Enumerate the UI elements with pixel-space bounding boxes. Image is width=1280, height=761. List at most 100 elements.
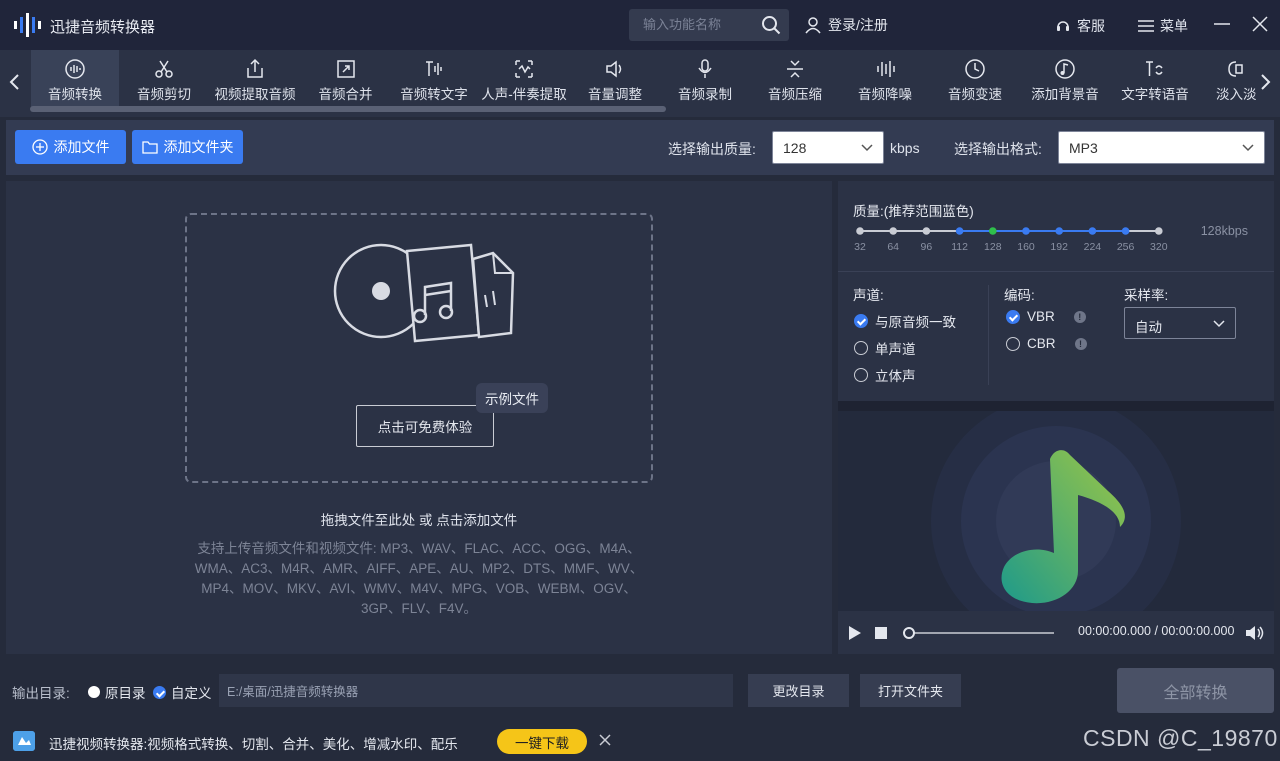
quality-label: 选择输出质量: xyxy=(668,141,756,157)
radio-checked-icon xyxy=(1006,309,1020,324)
tool-compress[interactable]: 音频压缩 xyxy=(750,50,840,108)
tool-scissors[interactable]: 音频剪切 xyxy=(119,50,209,108)
quality-tick-dot[interactable] xyxy=(1155,227,1163,235)
menu-button[interactable]: 菜单 xyxy=(1138,16,1188,36)
tool-microphone[interactable]: 音频录制 xyxy=(660,50,750,108)
add-file-label: 添加文件 xyxy=(53,139,110,155)
info-icon[interactable]: ! xyxy=(1073,310,1086,323)
feature-search[interactable] xyxy=(629,9,789,41)
output-dir-label: 输出目录: xyxy=(12,686,70,701)
search-input[interactable] xyxy=(643,17,753,32)
quality-tick-dot[interactable] xyxy=(1088,227,1097,235)
quality-tick-dot[interactable] xyxy=(1022,227,1030,235)
scroll-right-button[interactable] xyxy=(1256,70,1276,94)
tool-denoise[interactable]: 音频降噪 xyxy=(840,50,930,108)
open-folder-button[interactable]: 打开文件夹 xyxy=(860,674,961,707)
vocal-extract-icon xyxy=(515,60,533,78)
close-icon[interactable] xyxy=(598,733,612,747)
drop-hint: 拖拽文件至此处 或 点击添加文件 xyxy=(320,513,518,528)
tool-vocal-extract[interactable]: 人声-伴奏提取 xyxy=(478,50,570,108)
quality-tick-label: 224 xyxy=(1084,241,1102,253)
merge-icon xyxy=(336,60,355,78)
channel-mono-radio[interactable]: 单声道 xyxy=(854,338,916,358)
text-to-speech-icon xyxy=(1146,61,1163,76)
format-select[interactable]: MP3 xyxy=(1058,131,1265,164)
playback-time: 00:00:00.000 / 00:00:00.000 xyxy=(1078,624,1235,638)
tool-export[interactable]: 视频提取音频 xyxy=(209,50,301,108)
quality-tick-label: 64 xyxy=(887,241,899,253)
app-logo-icon xyxy=(14,13,41,37)
add-file-button[interactable]: 添加文件 xyxy=(15,130,126,164)
play-icon[interactable] xyxy=(848,625,862,641)
stop-icon[interactable] xyxy=(875,627,887,639)
channel-original-radio[interactable]: 与原音频一致 xyxy=(854,311,956,331)
tool-label: 音频变速 xyxy=(948,87,1002,102)
close-icon[interactable] xyxy=(1250,14,1270,34)
add-folder-button[interactable]: 添加文件夹 xyxy=(132,130,243,164)
tool-label: 音频转换 xyxy=(48,87,102,102)
tool-speech-to-text[interactable]: 音频转文字 xyxy=(390,50,478,108)
quality-unit: kbps xyxy=(890,140,920,156)
radio-checked-icon xyxy=(153,685,166,699)
search-icon[interactable] xyxy=(761,15,781,35)
add-folder-label: 添加文件夹 xyxy=(163,139,234,155)
tool-label: 音频剪切 xyxy=(137,87,191,102)
customer-service-button[interactable]: 客服 xyxy=(1055,16,1105,36)
channel-stereo-radio[interactable]: 立体声 xyxy=(854,365,916,385)
encoding-title: 编码: xyxy=(1004,288,1035,303)
encoding-option-label: VBR xyxy=(1027,309,1055,324)
tool-merge[interactable]: 音频合并 xyxy=(301,50,390,108)
tool-text-to-speech[interactable]: 文字转语音 xyxy=(1110,50,1200,108)
login-button[interactable]: 登录/注册 xyxy=(804,15,888,35)
promo-download-button[interactable]: 一键下载 xyxy=(497,729,587,754)
video-converter-logo-icon xyxy=(13,731,35,751)
quality-tick-dot[interactable] xyxy=(955,227,964,235)
format-label: 选择输出格式: xyxy=(954,141,1042,157)
headset-icon xyxy=(1057,21,1069,31)
tool-speed[interactable]: 音频变速 xyxy=(930,50,1020,108)
tool-fade[interactable]: 淡入淡 xyxy=(1200,50,1256,108)
tool-audio-convert[interactable]: 音频转换 xyxy=(31,50,119,108)
free-trial-button[interactable]: 点击可免费体验 xyxy=(356,405,494,447)
tool-background-music[interactable]: 添加背景音 xyxy=(1020,50,1110,108)
change-dir-button[interactable]: 更改目录 xyxy=(748,674,849,707)
scroll-left-button[interactable] xyxy=(4,70,24,94)
progress-slider[interactable] xyxy=(902,626,1054,640)
sample-rate-value: 自动 xyxy=(1135,320,1162,335)
drop-zone[interactable]: 点击可免费体验 示例文件 xyxy=(185,213,653,483)
quality-tick-dot[interactable] xyxy=(922,227,931,235)
convert-all-button[interactable]: 全部转换 xyxy=(1117,668,1274,713)
output-custom-radio[interactable]: 自定义 xyxy=(153,682,212,702)
volume-icon[interactable] xyxy=(1245,625,1265,641)
quality-settings-panel: 质量:(推荐范围蓝色) 32 64 96 112 128 160 192 224 256 320 … xyxy=(838,181,1274,411)
radio-checked-icon xyxy=(854,314,868,328)
open-folder-label: 打开文件夹 xyxy=(877,684,943,699)
sample-file-tooltip[interactable]: 示例文件 xyxy=(476,383,548,413)
output-path-input[interactable] xyxy=(219,674,733,707)
background-music-icon xyxy=(1055,59,1075,79)
denoise-icon xyxy=(877,61,895,77)
encoding-cbr-radio[interactable]: CBR ! xyxy=(1006,336,1087,351)
quality-select[interactable]: 128 xyxy=(772,131,884,164)
speech-to-text-icon xyxy=(426,61,442,76)
quality-tick-dot[interactable] xyxy=(856,227,864,235)
toolbar-scrollbar[interactable] xyxy=(30,106,666,112)
hamburger-icon xyxy=(1138,20,1154,32)
folder-icon xyxy=(141,141,158,154)
quality-tick-dot[interactable] xyxy=(989,227,997,235)
minimize-icon[interactable] xyxy=(1212,14,1232,34)
quality-tick-dot[interactable] xyxy=(1055,227,1063,235)
chevron-down-icon xyxy=(861,144,873,152)
output-original-radio[interactable]: 原目录 xyxy=(88,682,146,702)
quality-tick-label: 192 xyxy=(1050,241,1068,253)
audio-preview-player: 00:00:00.000 / 00:00:00.000 xyxy=(838,401,1274,654)
sample-rate-select[interactable]: 自动 xyxy=(1124,307,1236,339)
quality-tick-dot[interactable] xyxy=(1121,227,1130,235)
quality-tick-dot[interactable] xyxy=(889,227,897,235)
tool-volume[interactable]: 音量调整 xyxy=(570,50,660,108)
info-icon[interactable]: ! xyxy=(1074,337,1087,350)
file-drop-panel: 点击可免费体验 示例文件 拖拽文件至此处 或 点击添加文件 支持上传音频文件和视… xyxy=(6,181,832,654)
encoding-vbr-radio[interactable]: VBR ! xyxy=(1006,309,1086,324)
quality-tick-label: 128 xyxy=(984,241,1002,253)
tool-label: 淡入淡 xyxy=(1216,87,1256,102)
